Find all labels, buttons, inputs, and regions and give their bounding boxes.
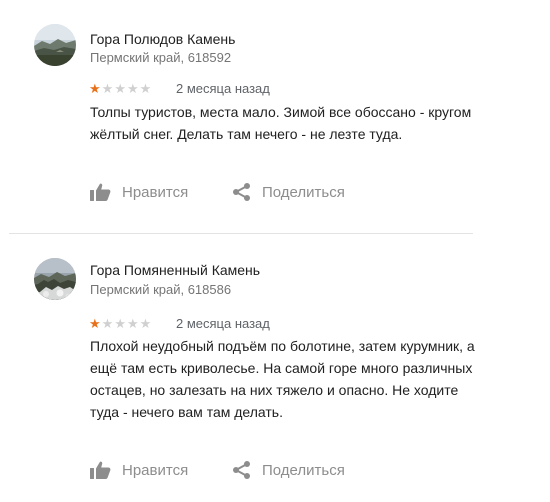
share-button[interactable]: Поделиться [232,461,345,479]
star-empty-icon: ★ [101,316,115,331]
star-empty-icon: ★ [114,316,127,331]
like-label: Нравится [122,183,189,201]
star-filled-icon: ★ [89,81,102,96]
place-address: Пермский край, 618586 [90,282,232,297]
share-label: Поделиться [262,183,345,201]
star-empty-icon: ★ [101,81,115,96]
review-card: Гора Помяненный Камень Пермский край, 61… [0,234,550,502]
review-date: 2 месяца назад [176,81,270,96]
star-empty-icon: ★ [139,316,153,331]
like-button[interactable]: Нравится [90,183,188,201]
review-text: Плохой неудобный подъём по болотине, зат… [90,338,475,420]
thumbs-up-icon [90,183,111,201]
thumbs-up-icon [90,461,111,479]
place-photo[interactable] [34,24,76,66]
place-address: Пермский край, 618592 [90,50,232,65]
share-icon [232,183,251,201]
star-rating: ★★★★★ [89,316,152,332]
share-label: Поделиться [262,461,345,479]
review-date: 2 месяца назад [176,316,270,331]
star-empty-icon: ★ [139,81,153,96]
place-name[interactable]: Гора Помяненный Камень [90,262,260,278]
share-button[interactable]: Поделиться [232,183,345,201]
place-photo[interactable] [34,258,76,300]
star-empty-icon: ★ [126,316,140,331]
star-empty-icon: ★ [126,81,140,96]
review-text: Толпы туристов, места мало. Зимой все об… [90,104,472,142]
review-card: Гора Полюдов Камень Пермский край, 61859… [0,0,550,232]
star-rating: ★★★★★ [89,81,152,97]
like-label: Нравится [122,461,189,479]
place-name[interactable]: Гора Полюдов Камень [90,31,235,47]
star-filled-icon: ★ [89,316,102,331]
star-empty-icon: ★ [114,81,127,96]
share-icon [232,461,251,479]
like-button[interactable]: Нравится [90,461,188,479]
